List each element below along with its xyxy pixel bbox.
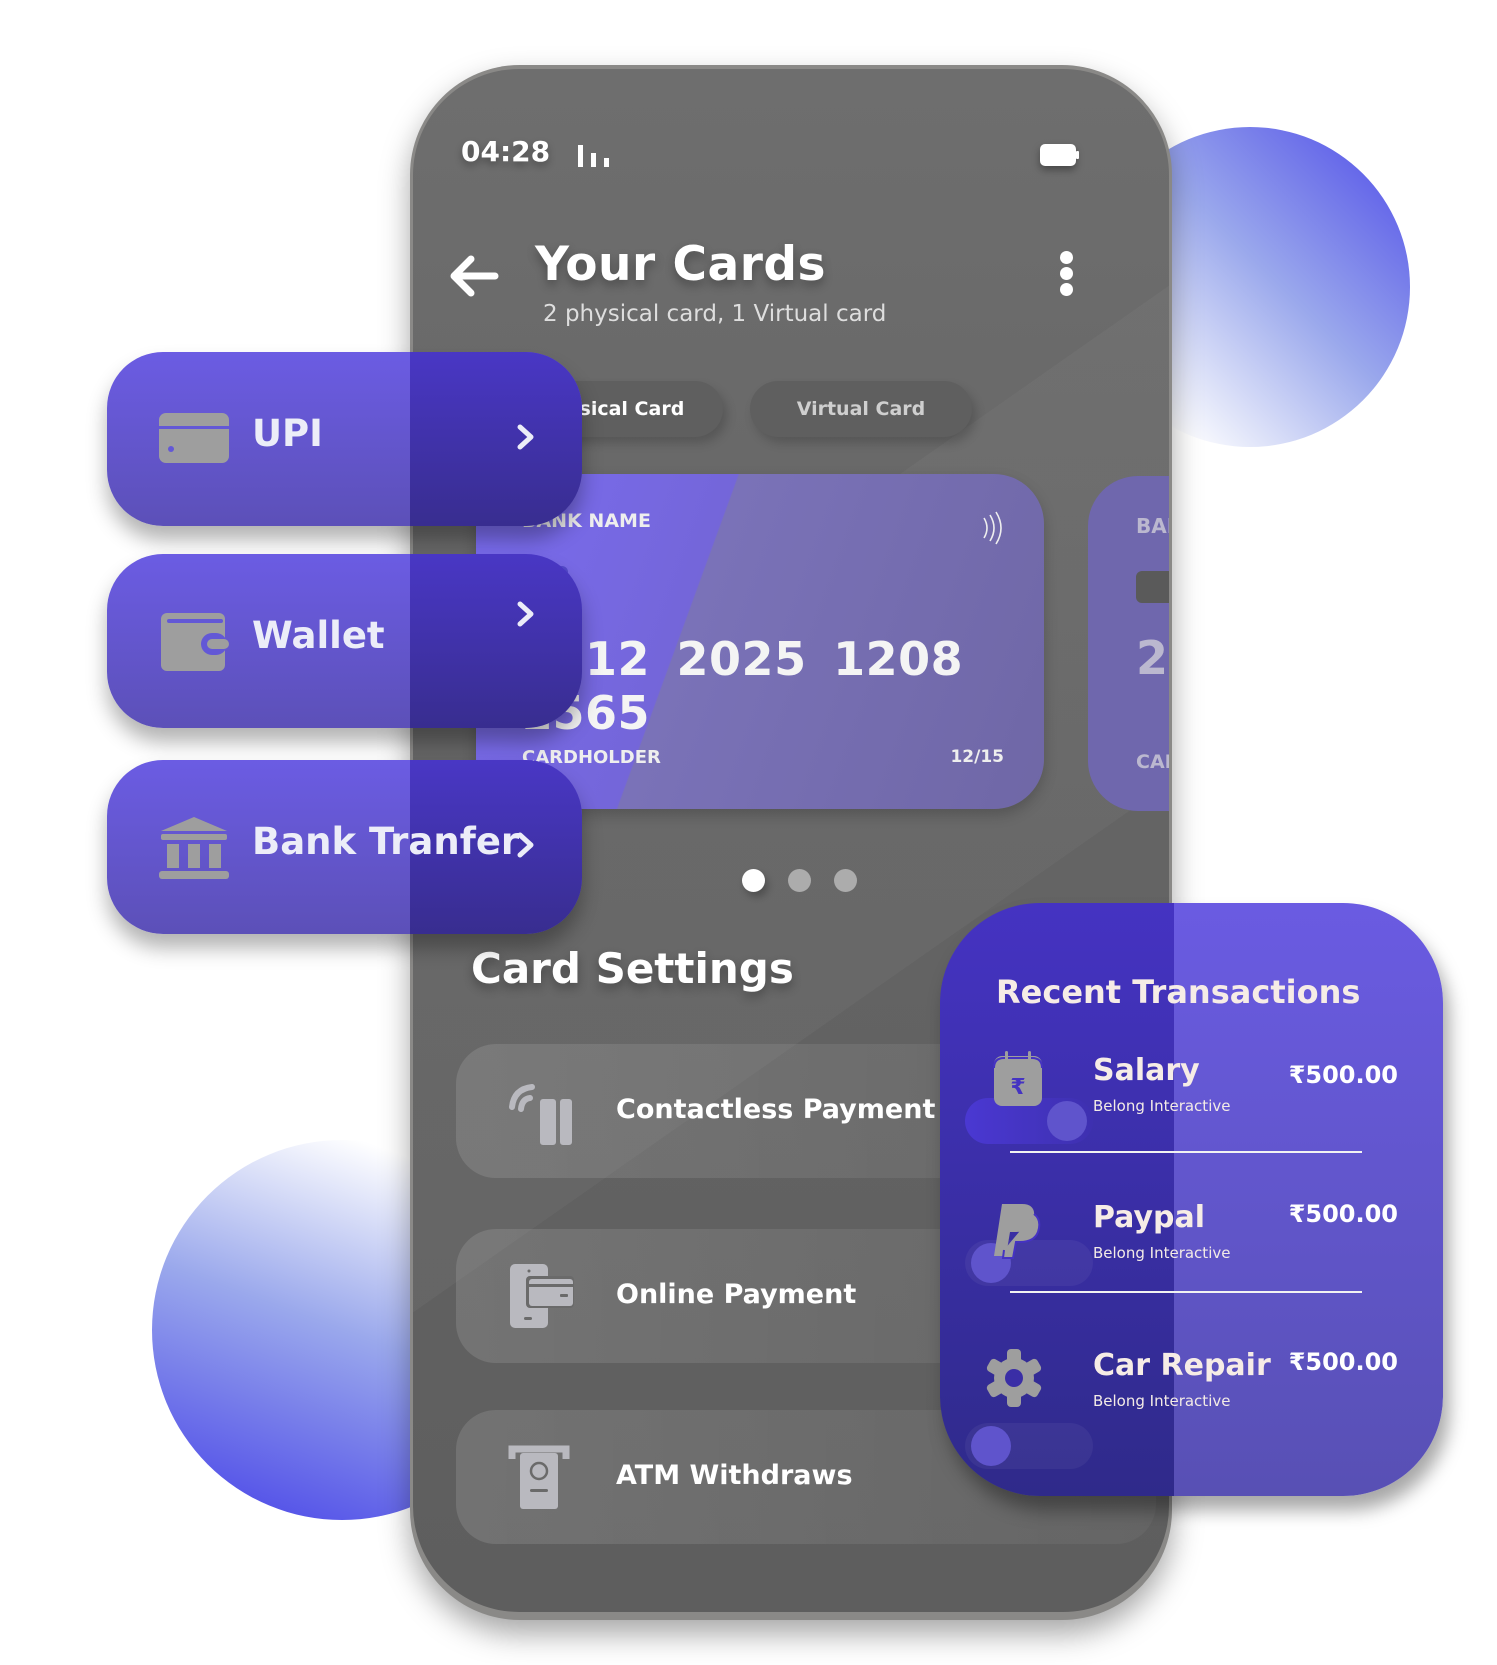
payment-method-label: Wallet (252, 614, 385, 657)
transaction-subtitle: Belong Interactive (1093, 1392, 1231, 1410)
setting-label: ATM Withdraws (616, 1460, 853, 1491)
transaction-name: Car Repair (1093, 1348, 1271, 1383)
credit-card-icon (159, 413, 229, 463)
page-subtitle: 2 physical card, 1 Virtual card (543, 301, 887, 327)
atm-icon (508, 1445, 570, 1509)
card-number: 2112 2025 1208 1565 (520, 632, 964, 740)
chevron-right-icon (517, 424, 534, 450)
recent-transactions-heading: Recent Transactions (996, 973, 1361, 1011)
card-bank-name: BANK NAME (1136, 514, 1169, 538)
payment-method-label: Bank Tranfer (252, 820, 520, 863)
card-secondary[interactable]: BANK NAME 2112 CARDHOLDER (1088, 476, 1169, 811)
carousel-dot-1[interactable] (742, 869, 765, 892)
setting-label: Contactless Payment (616, 1094, 936, 1125)
carousel-dot-3[interactable] (834, 869, 857, 892)
divider (1010, 1291, 1362, 1293)
transaction-name: Paypal (1093, 1200, 1206, 1235)
carousel-dot-2[interactable] (788, 869, 811, 892)
transaction-item[interactable]: ₹ Salary Belong Interactive ₹500.00 (940, 1051, 1443, 1153)
divider (1010, 1151, 1362, 1153)
transaction-subtitle: Belong Interactive (1093, 1244, 1231, 1262)
card-expiry: 12/15 (950, 747, 1004, 767)
nfc-icon (983, 511, 1002, 545)
transaction-subtitle: Belong Interactive (1093, 1097, 1231, 1115)
arrow-left-icon (450, 255, 499, 297)
payment-method-upi[interactable]: UPI (107, 352, 582, 526)
tab-virtual-card[interactable]: Virtual Card (750, 381, 972, 437)
battery-icon (1040, 144, 1079, 166)
card-chip-icon (1136, 571, 1169, 603)
payment-method-wallet[interactable]: Wallet (107, 554, 582, 728)
transaction-name: Salary (1093, 1053, 1200, 1088)
transaction-amount: ₹500.00 (1288, 1200, 1398, 1228)
transaction-amount: ₹500.00 (1288, 1061, 1398, 1089)
contactless-card-icon (509, 1084, 572, 1145)
transaction-item[interactable]: Paypal Belong Interactive ₹500.00 (940, 1200, 1443, 1300)
card-settings-heading: Card Settings (471, 944, 794, 993)
transaction-item[interactable]: Car Repair Belong Interactive ₹500.00 (940, 1348, 1443, 1448)
bank-icon (159, 817, 229, 879)
transaction-amount: ₹500.00 (1288, 1348, 1398, 1376)
calendar-rupee-icon: ₹ (993, 1051, 1043, 1106)
payment-method-bank-transfer[interactable]: Bank Tranfer (107, 760, 582, 934)
recent-transactions-panel: Recent Transactions ₹ Salary Belong Inte… (940, 903, 1443, 1496)
back-button[interactable] (447, 251, 499, 301)
setting-label: Online Payment (616, 1279, 857, 1310)
wallet-icon (161, 613, 229, 671)
phone-card-icon (510, 1264, 574, 1328)
paypal-icon (994, 1204, 1041, 1259)
carousel-indicator (742, 869, 857, 892)
chevron-right-icon (517, 832, 534, 858)
status-time: 04:28 (461, 135, 551, 168)
payment-method-label: UPI (252, 412, 323, 455)
chevron-right-icon (517, 601, 534, 627)
gear-icon (986, 1349, 1042, 1407)
card-holder-label: CARDHOLDER (1136, 751, 1169, 773)
svg-text:₹: ₹ (1010, 1075, 1025, 1100)
kebab-menu-icon[interactable] (1058, 251, 1074, 299)
card-number: 2112 (1136, 631, 1169, 685)
signal-bars-icon (578, 143, 618, 167)
page-title: Your Cards (535, 237, 827, 292)
